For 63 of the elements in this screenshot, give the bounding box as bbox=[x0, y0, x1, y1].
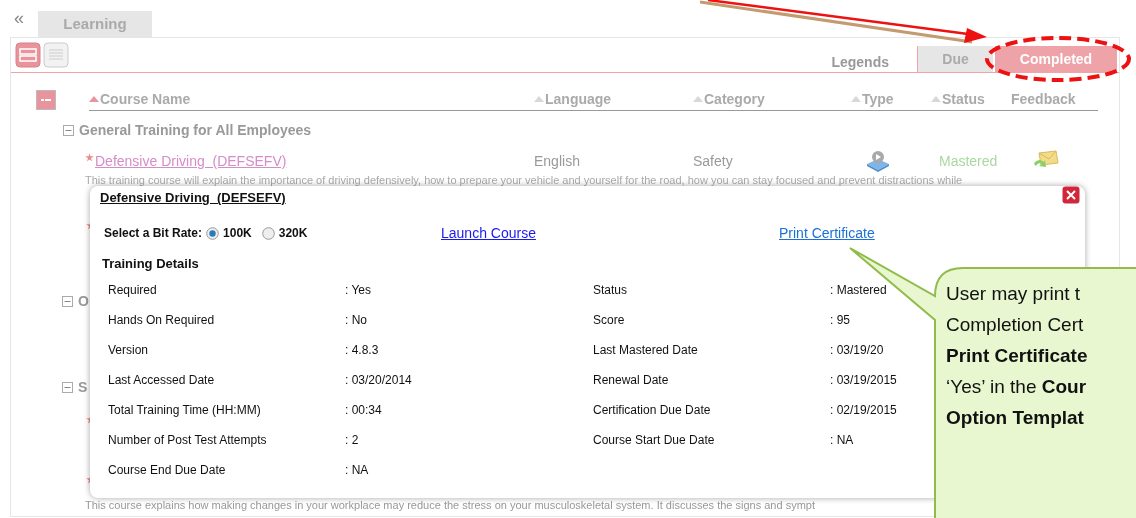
bit-rate-option[interactable]: 320K bbox=[278, 226, 308, 240]
detail-label: Version bbox=[108, 343, 150, 359]
popup-title: Defensive Driving (DEFSEFV) bbox=[100, 190, 286, 205]
detail-value: : 2 bbox=[345, 433, 359, 449]
legend-tab[interactable]: Due bbox=[917, 46, 993, 72]
detail-label: Status bbox=[593, 283, 629, 299]
legends-label: Legends bbox=[831, 54, 889, 72]
detail-label: Required bbox=[108, 283, 158, 299]
group-title: S bbox=[78, 379, 88, 395]
detail-label: Last Mastered Date bbox=[593, 343, 699, 359]
collapse-icon[interactable] bbox=[63, 124, 74, 136]
course-description: This course explains how making changes in your workplace may reduce the stress on your musculoskeletal system. It discusses the signs and sympt bbox=[85, 499, 815, 512]
nav-tab[interactable]: Learning bbox=[38, 11, 152, 37]
collapse-icon[interactable] bbox=[62, 381, 73, 393]
status-cell-text: Mastered bbox=[938, 153, 999, 169]
column-header[interactable]: Category bbox=[693, 89, 851, 108]
course-link[interactable]: Defensive Driving (DEFSEFV) bbox=[95, 153, 287, 169]
detail-label: Renewal Date bbox=[593, 373, 670, 389]
detail-value: : No bbox=[345, 313, 367, 329]
radio-button[interactable] bbox=[261, 226, 275, 240]
detail-label: Certification Due Date bbox=[593, 403, 712, 419]
detail-value: : 4.8.3 bbox=[345, 343, 379, 359]
collapse-icon[interactable] bbox=[62, 295, 73, 307]
column-header[interactable]: Language bbox=[534, 89, 693, 108]
close-icon[interactable] bbox=[1062, 186, 1080, 204]
detail-value: : Mastered bbox=[830, 283, 887, 299]
detail-value: : 02/19/2015 bbox=[830, 403, 897, 419]
detail-value: : Yes bbox=[345, 283, 372, 299]
detail-value: : 03/19/2015 bbox=[830, 373, 897, 389]
column-header[interactable]: Type bbox=[851, 89, 931, 108]
column-header[interactable]: Course Name bbox=[89, 89, 534, 108]
bit-rate-option[interactable]: 100K bbox=[223, 226, 252, 240]
grouped-view-icon[interactable] bbox=[15, 42, 41, 68]
group-title: O bbox=[78, 293, 89, 309]
category-cell-text: Safety bbox=[693, 153, 734, 169]
detail-label: Score bbox=[593, 313, 626, 329]
legend-tab[interactable]: Completed bbox=[995, 46, 1117, 72]
detail-label: Number of Post Test Attempts bbox=[108, 433, 268, 449]
detail-value: : 95 bbox=[830, 313, 850, 329]
course-type-icon bbox=[865, 149, 891, 173]
column-chooser-icon[interactable] bbox=[36, 90, 56, 110]
group-title: General Training for All Employees bbox=[79, 122, 312, 138]
bit-rate-label: Select a Bit Rate: bbox=[104, 226, 203, 240]
detail-value: : 03/20/2014 bbox=[345, 373, 412, 389]
language-cell-text: English bbox=[534, 153, 581, 169]
detail-label: Course End Due Date bbox=[108, 463, 227, 479]
callout-text: User may print t Completion Cert Print Certificate ‘Yes’ in the Cour Option Templat bbox=[946, 282, 1088, 430]
detail-value: : 00:34 bbox=[345, 403, 382, 419]
detail-value: : NA bbox=[830, 433, 854, 449]
print-certificate-link[interactable]: Print Certificate bbox=[779, 225, 875, 241]
collapse-button[interactable]: « bbox=[0, 8, 38, 37]
column-header[interactable]: Feedback bbox=[1011, 89, 1098, 108]
column-header[interactable]: Status bbox=[931, 89, 1011, 108]
detail-label: Hands On Required bbox=[108, 313, 216, 329]
radio-button[interactable] bbox=[206, 226, 220, 240]
detail-label: Total Training Time (HH:MM) bbox=[108, 403, 262, 419]
detail-label: Last Accessed Date bbox=[108, 373, 216, 389]
detail-value: : 03/19/20 bbox=[830, 343, 884, 359]
launch-course-link[interactable]: Launch Course bbox=[441, 225, 536, 241]
section-heading: Training Details bbox=[102, 256, 199, 271]
course-description: This training course will explain the importance of driving defensively, how to prepare your vehicle and yourself for the road, how you can stay focused and prevent distractions while bbox=[85, 174, 964, 187]
detail-value: : NA bbox=[345, 463, 369, 479]
detail-label: Course Start Due Date bbox=[593, 433, 716, 449]
